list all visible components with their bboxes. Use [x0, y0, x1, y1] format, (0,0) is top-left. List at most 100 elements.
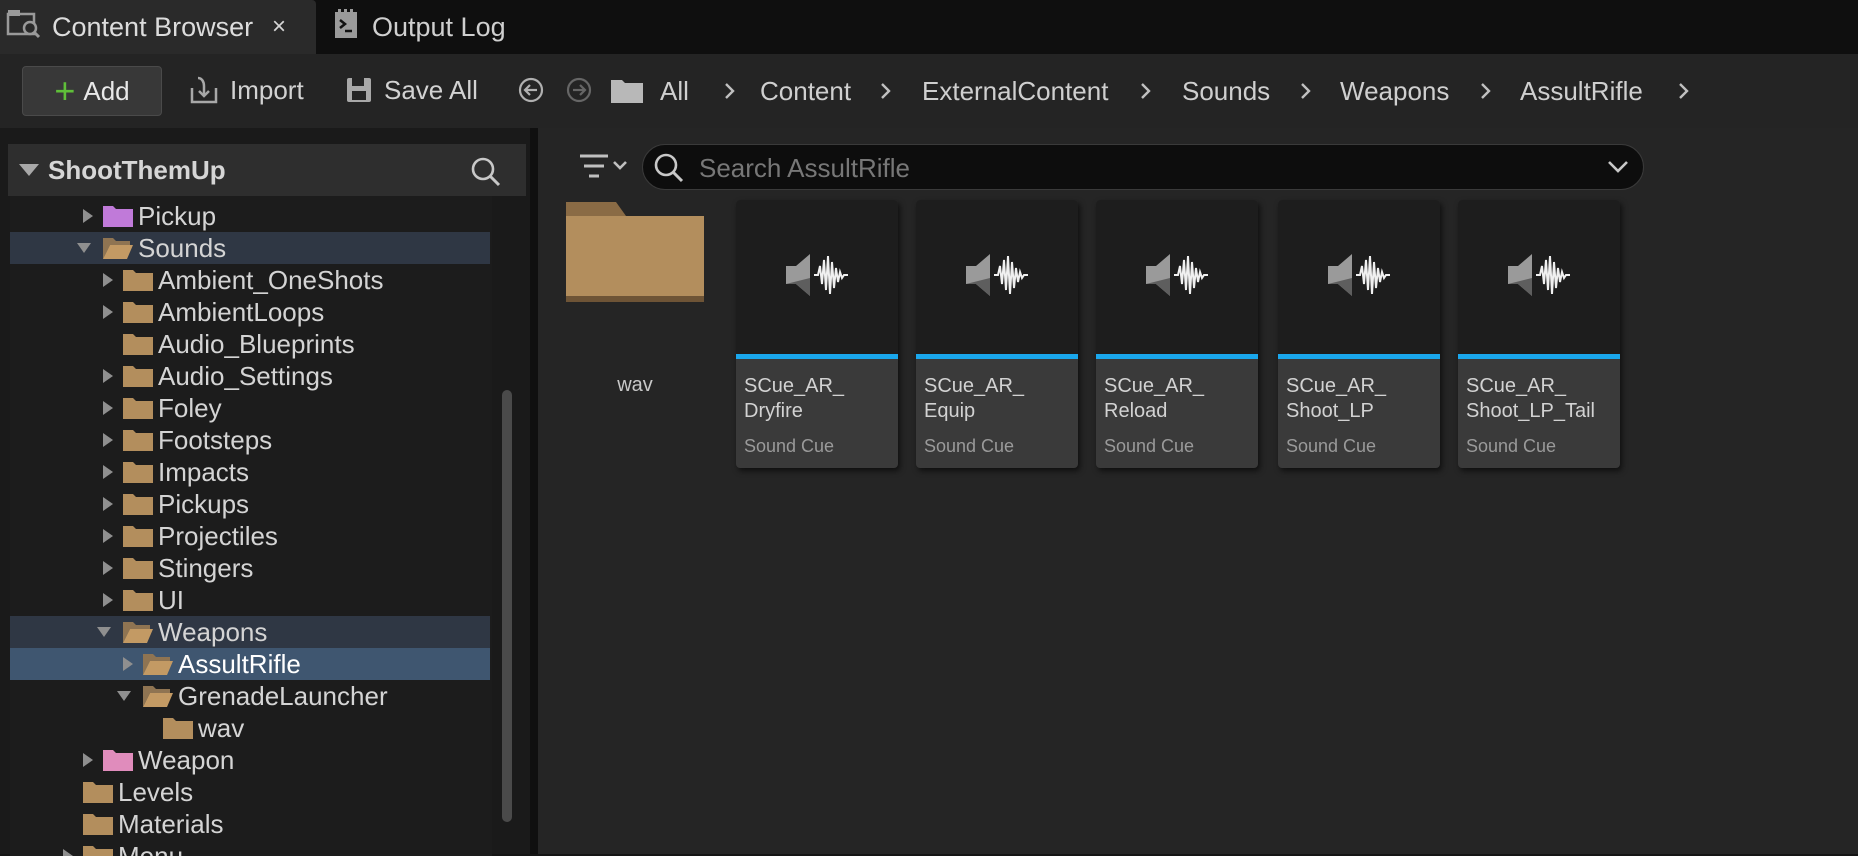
tree-item-pickup[interactable]: Pickup: [10, 200, 490, 232]
asset-tile[interactable]: SCue_AR_ Reload Sound Cue: [1096, 200, 1258, 468]
tree-root-label: ShootThemUp: [48, 155, 226, 186]
chevron-right-icon[interactable]: [100, 304, 116, 320]
chevron-right-icon[interactable]: [100, 528, 116, 544]
tree-item-audio-blueprints[interactable]: Audio_Blueprints: [10, 328, 490, 360]
folder-icon: [122, 588, 154, 612]
asset-thumbnail: [1458, 200, 1620, 354]
tree-item-weapon[interactable]: Weapon: [10, 744, 490, 776]
search-box[interactable]: [642, 144, 1644, 190]
asset-type: Sound Cue: [924, 436, 1014, 457]
tree-item-projectiles[interactable]: Projectiles: [10, 520, 490, 552]
tree-header[interactable]: ShootThemUp: [8, 144, 526, 196]
tree-item-foley[interactable]: Foley: [10, 392, 490, 424]
chevron-right-icon[interactable]: [80, 752, 96, 768]
asset-type-bar: [1096, 354, 1258, 359]
folder-icon: [122, 460, 154, 484]
chevron-right-icon[interactable]: [60, 848, 76, 856]
tree-item-audio-settings[interactable]: Audio_Settings: [10, 360, 490, 392]
asset-type-bar: [916, 354, 1078, 359]
chevron-right-icon[interactable]: [1478, 76, 1494, 106]
sound-cue-icon: [782, 248, 854, 302]
search-icon[interactable]: [470, 156, 502, 188]
asset-tile[interactable]: SCue_AR_ Equip Sound Cue: [916, 200, 1078, 468]
import-button[interactable]: Import: [188, 66, 304, 114]
asset-name: SCue_AR_ Reload: [1104, 374, 1256, 424]
breadcrumb-item[interactable]: AssultRifle: [1520, 76, 1643, 106]
chevron-right-icon[interactable]: [878, 76, 894, 106]
tab-bar: Content Browser × Output Log: [0, 0, 1858, 54]
panel-divider[interactable]: [530, 128, 538, 854]
folder-icon: [102, 204, 134, 228]
tree-scrollbar[interactable]: [502, 390, 512, 822]
chevron-right-icon[interactable]: [100, 272, 116, 288]
close-icon[interactable]: ×: [272, 13, 286, 41]
chevron-right-icon[interactable]: [120, 656, 136, 672]
tab-output-log[interactable]: Output Log: [334, 0, 506, 54]
chevron-right-icon[interactable]: [100, 496, 116, 512]
forward-icon[interactable]: [566, 77, 592, 103]
tree-item-wav[interactable]: wav: [10, 712, 490, 744]
tab-content-browser[interactable]: Content Browser ×: [0, 0, 316, 54]
tree-item-stingers[interactable]: Stingers: [10, 552, 490, 584]
tree-item-levels[interactable]: Levels: [10, 776, 490, 808]
asset-tile[interactable]: SCue_AR_ Shoot_LP_Tail Sound Cue: [1458, 200, 1620, 468]
chevron-right-icon[interactable]: [100, 464, 116, 480]
tree-item-grenadelauncher[interactable]: GrenadeLauncher: [10, 680, 490, 712]
folder-icon: [564, 198, 706, 304]
tree-item-ui[interactable]: UI: [10, 584, 490, 616]
asset-tile[interactable]: SCue_AR_ Dryfire Sound Cue: [736, 200, 898, 468]
tree-item-sounds[interactable]: Sounds: [10, 232, 490, 264]
folder-icon: [122, 364, 154, 388]
chevron-down-icon[interactable]: [116, 688, 132, 704]
chevron-down-icon[interactable]: [1607, 157, 1629, 177]
asset-thumbnail: [736, 200, 898, 354]
tree-item-label: Pickups: [158, 489, 249, 520]
asset-tile[interactable]: SCue_AR_ Shoot_LP Sound Cue: [1278, 200, 1440, 468]
breadcrumb-item[interactable]: ExternalContent: [922, 76, 1108, 106]
tree-item-impacts[interactable]: Impacts: [10, 456, 490, 488]
chevron-right-icon[interactable]: [100, 432, 116, 448]
chevron-right-icon[interactable]: [100, 368, 116, 384]
chevron-right-icon[interactable]: [722, 76, 738, 106]
tree-item-label: Audio_Blueprints: [158, 329, 355, 360]
asset-thumbnail: [1278, 200, 1440, 354]
chevron-right-icon[interactable]: [1138, 76, 1154, 106]
tree-item-materials[interactable]: Materials: [10, 808, 490, 840]
tree-item-assultrifle[interactable]: AssultRifle: [10, 648, 490, 680]
folder-tree: Pickup Sounds Ambient_OneShots AmbientLo…: [10, 196, 492, 856]
save-all-label: Save All: [384, 75, 478, 106]
tree-item-label: Projectiles: [158, 521, 278, 552]
breadcrumb-item[interactable]: Content: [760, 76, 851, 106]
sound-cue-icon: [1504, 248, 1576, 302]
chevron-right-icon[interactable]: [100, 592, 116, 608]
tree-item-ambientloops[interactable]: AmbientLoops: [10, 296, 490, 328]
chevron-right-icon[interactable]: [100, 560, 116, 576]
folder-tile-wav[interactable]: wav: [564, 198, 706, 398]
breadcrumb-item[interactable]: All: [660, 76, 689, 106]
add-button[interactable]: + Add: [22, 66, 162, 116]
folder-icon[interactable]: [610, 76, 644, 104]
folder-tree-panel: ShootThemUp Pickup Sounds Ambient_OneSho…: [0, 128, 530, 854]
chevron-down-icon[interactable]: [96, 624, 112, 640]
folder-open-icon: [102, 236, 134, 260]
filter-icon[interactable]: [558, 148, 628, 192]
tree-item-weapons[interactable]: Weapons: [10, 616, 490, 648]
breadcrumb-item[interactable]: Weapons: [1340, 76, 1449, 106]
breadcrumb-item[interactable]: Sounds: [1182, 76, 1270, 106]
asset-type-bar: [1278, 354, 1440, 359]
save-all-button[interactable]: Save All: [344, 66, 478, 114]
chevron-right-icon[interactable]: [1298, 76, 1314, 106]
chevron-right-icon[interactable]: [100, 400, 116, 416]
chevron-right-icon[interactable]: [80, 208, 96, 224]
content-browser-icon: [6, 8, 42, 47]
chevron-right-icon[interactable]: [1676, 76, 1692, 106]
tree-item-footsteps[interactable]: Footsteps: [10, 424, 490, 456]
tree-item-pickups[interactable]: Pickups: [10, 488, 490, 520]
chevron-down-icon[interactable]: [18, 163, 40, 177]
tree-item-ambient-oneshots[interactable]: Ambient_OneShots: [10, 264, 490, 296]
chevron-down-icon[interactable]: [76, 240, 92, 256]
search-input[interactable]: [697, 149, 1581, 187]
back-icon[interactable]: [518, 77, 544, 103]
import-label: Import: [230, 75, 304, 106]
asset-thumbnail: [916, 200, 1078, 354]
